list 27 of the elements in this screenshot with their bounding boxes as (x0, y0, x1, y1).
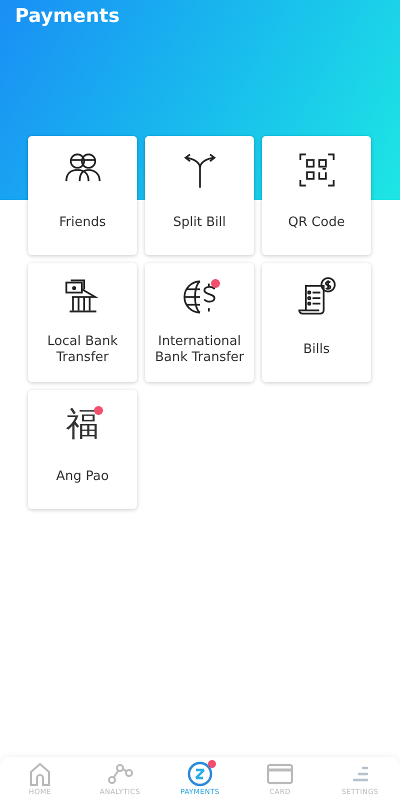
split-arrow-icon (184, 154, 216, 189)
card-icon (267, 764, 293, 784)
payment-tile[interactable]: Split Bill (145, 136, 254, 255)
payment-tile[interactable]: International Bank Transfer (145, 263, 254, 382)
payment-tile[interactable]: Local Bank Transfer (28, 263, 137, 382)
payment-tile[interactable]: Bills (262, 263, 371, 382)
bank-icon (64, 279, 98, 312)
tile-label: Friends (59, 214, 106, 230)
exchange-icon (188, 762, 212, 786)
tile-label: International Bank Transfer (154, 334, 244, 366)
payment-tile[interactable]: Friends (28, 136, 137, 255)
globe-dollar-icon (183, 280, 215, 314)
page-title: Payments (15, 5, 120, 27)
tile-label: Bills (303, 342, 330, 358)
payment-tile[interactable]: 福 Ang Pao (28, 390, 137, 509)
tile-label: Local Bank Transfer (47, 334, 118, 366)
fortune-character-icon: 福 (66, 404, 99, 444)
bill-receipt-icon (298, 277, 336, 315)
home-icon (30, 763, 50, 786)
qr-code-icon (298, 154, 334, 186)
friends-icon (64, 154, 100, 182)
tile-label: Split Bill (173, 214, 226, 230)
tile-label: QR Code (288, 214, 345, 230)
tile-label: Ang Pao (56, 468, 109, 484)
settings-icon (352, 766, 368, 782)
payment-tile[interactable]: QR Code (262, 136, 371, 255)
analytics-icon (108, 764, 133, 784)
